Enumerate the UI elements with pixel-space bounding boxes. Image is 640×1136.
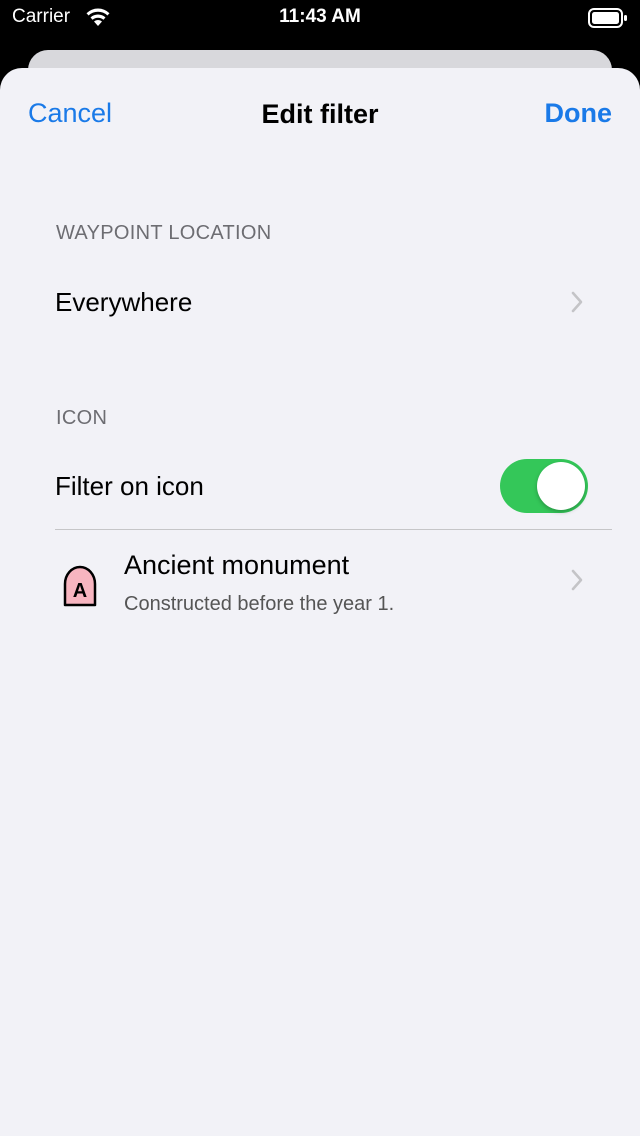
section-header-waypoint-location: WAYPOINT LOCATION (56, 222, 272, 244)
filter-on-icon-toggle[interactable] (500, 459, 588, 513)
chevron-right-icon (570, 290, 584, 319)
waypoint-title: Ancient monument (124, 550, 350, 580)
filter-on-icon-label: Filter on icon (55, 471, 204, 501)
toggle-knob (537, 462, 585, 510)
section-header-icon: ICON (56, 407, 108, 429)
filter-on-icon-row: Filter on icon (28, 441, 612, 529)
edit-filter-sheet: Cancel Edit filter Done WAYPOINT LOCATIO… (0, 68, 640, 1136)
location-row[interactable]: Everywhere (28, 256, 612, 348)
icon-badge-letter: A (73, 580, 87, 602)
waypoint-icon-row[interactable]: A Ancient monument Constructed before th… (28, 530, 612, 629)
location-group: Everywhere (28, 256, 612, 348)
icon-group: Filter on icon A Ancient monument Constr… (28, 441, 612, 629)
waypoint-subtitle: Constructed before the year 1. (124, 593, 395, 615)
done-button[interactable]: Done (545, 98, 613, 129)
battery-icon (588, 7, 628, 34)
status-bar: Carrier 11:43 AM (0, 0, 640, 40)
ancient-monument-icon: A (62, 564, 98, 613)
clock: 11:43 AM (279, 6, 361, 27)
chevron-right-icon (570, 568, 584, 597)
navigation-bar: Cancel Edit filter Done (0, 68, 640, 164)
location-value: Everywhere (55, 287, 193, 317)
screen: Carrier 11:43 AM Cancel Edit filter Done… (0, 0, 640, 1136)
